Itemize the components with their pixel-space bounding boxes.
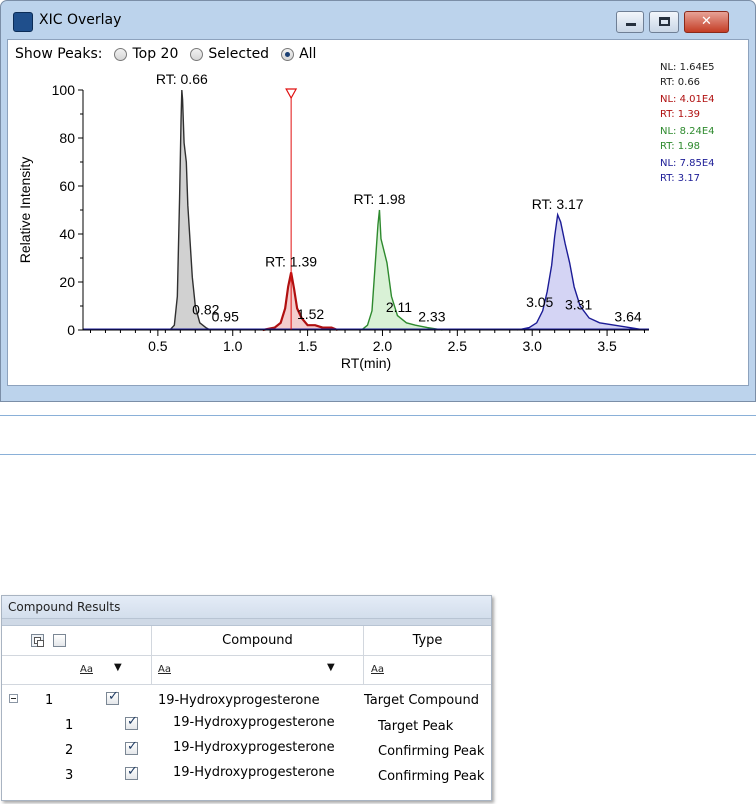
nl-value: NL: 1.64E5: [660, 62, 715, 73]
filter-aa-compound[interactable]: Aa: [158, 664, 171, 675]
header-select-all-checkbox[interactable]: [53, 634, 66, 647]
nl-legend-entry: NL: 8.24E4 RT: 1.98: [660, 124, 715, 154]
x-tick-label: 1.5: [298, 338, 318, 354]
y-tick-label: 20: [59, 274, 75, 290]
peak-label: 3.05: [526, 294, 553, 310]
nl-legend-entry: NL: 1.64E5 RT: 0.66: [660, 60, 715, 90]
filter-dropdown-icon[interactable]: ▼: [327, 662, 335, 673]
close-button[interactable]: ✕: [684, 11, 729, 33]
checkmark-icon: ✓: [127, 764, 138, 779]
xic-overlay-window: XIC Overlay ✕ Show Peaks: Top 20 Selecte…: [0, 0, 756, 402]
nl-rt-value: RT: 1.39: [660, 109, 701, 120]
peak-area-grey: [169, 90, 211, 330]
row-checkbox[interactable]: ✓: [106, 689, 119, 705]
peak-label: 3.64: [614, 309, 641, 325]
results-toolbar-strip: [2, 619, 491, 626]
x-axis-title: RT(min): [341, 355, 391, 371]
y-axis-title: Relative Intensity: [17, 157, 33, 264]
y-tick-label: 0: [67, 322, 75, 338]
nl-legend: NL: 1.64E5 RT: 0.66 NL: 4.01E4 RT: 1.39 NL: …: [660, 60, 715, 188]
peak-label: 2.11: [386, 299, 412, 315]
minimize-button[interactable]: [616, 11, 644, 33]
row-type: Target Compound: [364, 693, 479, 708]
peak-label: RT: 1.98: [354, 191, 406, 207]
row-compound: 19-Hydroxyprogesterone: [173, 715, 335, 730]
column-header-compound[interactable]: Compound: [152, 626, 363, 655]
y-tick-label: 100: [52, 82, 76, 98]
table-row[interactable]: 1 ✓ 19-Hydroxyprogesterone Target Compou…: [2, 685, 491, 711]
row-index: 1: [65, 718, 74, 733]
checkmark-icon: ✓: [127, 739, 138, 754]
peak-label: RT: 3.17: [532, 196, 584, 212]
table-row[interactable]: 2 ✓ 19-Hydroxyprogesterone Confirming Pe…: [2, 736, 491, 761]
window-title: XIC Overlay: [39, 12, 122, 28]
x-tick-label: 3.5: [597, 338, 617, 354]
table-row[interactable]: 3 ✓ 19-Hydroxyprogesterone Confirming Pe…: [2, 761, 491, 787]
peak-label: 3.31: [565, 297, 592, 313]
x-tick-label: 2.0: [373, 338, 393, 354]
table-row[interactable]: 1 ✓ 19-Hydroxyprogesterone Target Peak: [2, 711, 491, 736]
checkmark-icon: ✓: [108, 689, 119, 704]
row-checkbox[interactable]: ✓: [125, 739, 138, 755]
peak-label: 0.95: [212, 309, 239, 325]
col-divider: [363, 656, 364, 685]
peak-label: RT: 1.39: [265, 253, 317, 269]
col-divider: [151, 656, 152, 685]
rt-marker-triangle: [285, 88, 298, 100]
app-icon: [13, 12, 33, 32]
row-checkbox[interactable]: ✓: [125, 764, 138, 780]
row-compound: 19-Hydroxyprogesterone: [173, 740, 335, 755]
grid-header-row: Compound Type: [2, 626, 491, 656]
y-tick-label: 40: [59, 226, 75, 242]
chart-panel: Show Peaks: Top 20 Selected All 0 20 40 60 8…: [7, 39, 749, 386]
x-tick-label: 2.5: [448, 338, 468, 354]
nl-value: NL: 4.01E4: [660, 94, 715, 105]
checkmark-icon: ✓: [127, 714, 138, 729]
row-type: Target Peak: [378, 719, 454, 734]
peak-label: 2.33: [418, 309, 445, 325]
peak-label: RT: 0.66: [156, 71, 208, 87]
x-tick-label: 3.0: [522, 338, 542, 354]
nl-legend-entry: NL: 4.01E4 RT: 1.39: [660, 92, 715, 122]
row-index: 3: [65, 768, 74, 783]
nl-rt-value: RT: 3.17: [660, 173, 701, 184]
column-header-type[interactable]: Type: [364, 626, 491, 655]
grid-filter-row: Aa ▼ Aa ▼ Aa: [2, 656, 491, 685]
row-compound: 19-Hydroxyprogesterone: [158, 693, 320, 708]
nl-legend-entry: NL: 7.85E4 RT: 3.17: [660, 156, 715, 186]
xic-chart[interactable]: 0 20 40 60 80 100 0.5 1.0 1.5 2.0 2.5 3.0 3.5 RT(min)…: [8, 40, 750, 387]
minimize-icon: [626, 23, 636, 26]
row-compound: 19-Hydroxyprogesterone: [173, 765, 335, 780]
compound-results-panel: Compound Results Compound Type Aa ▼ Aa ▼…: [1, 595, 492, 801]
row-type: Confirming Peak: [378, 769, 485, 784]
column-header-compound-label: Compound: [222, 633, 293, 648]
nl-rt-value: RT: 1.98: [660, 141, 701, 152]
row-index: 1: [45, 693, 54, 708]
divider-band: [0, 415, 756, 455]
maximize-button[interactable]: [649, 11, 679, 33]
nl-value: NL: 8.24E4: [660, 126, 715, 137]
y-tick-label: 60: [59, 178, 75, 194]
row-index: 2: [65, 743, 74, 758]
filter-aa-type[interactable]: Aa: [371, 664, 384, 675]
column-header-type-label: Type: [412, 633, 443, 648]
hierarchy-icon[interactable]: [31, 634, 44, 647]
collapse-icon[interactable]: [9, 694, 18, 703]
filter-dropdown-icon[interactable]: ▼: [114, 662, 122, 673]
nl-value: NL: 7.85E4: [660, 158, 715, 169]
row-checkbox[interactable]: ✓: [125, 714, 138, 730]
filter-aa-checkcol[interactable]: Aa: [80, 664, 93, 675]
compound-results-title: Compound Results: [2, 596, 491, 619]
y-tick-label: 80: [59, 130, 75, 146]
x-tick-label: 0.5: [148, 338, 168, 354]
peak-label: 1.52: [297, 306, 324, 322]
x-tick-label: 1.0: [223, 338, 243, 354]
close-icon: ✕: [701, 14, 712, 29]
maximize-icon: [659, 17, 670, 26]
nl-rt-value: RT: 0.66: [660, 77, 701, 88]
title-bar[interactable]: XIC Overlay ✕: [1, 1, 755, 36]
row-type: Confirming Peak: [378, 744, 485, 759]
